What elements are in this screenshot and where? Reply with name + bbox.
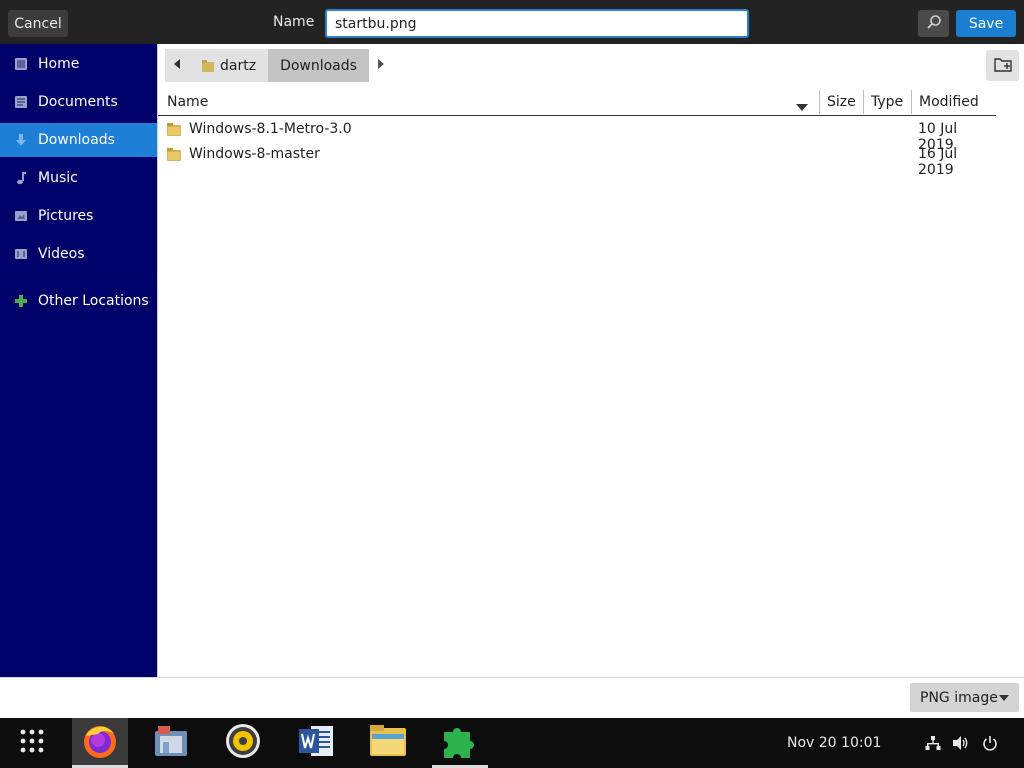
- videos-icon: [14, 247, 28, 261]
- clock[interactable]: Nov 20 10:01: [787, 735, 881, 751]
- folder-icon: [167, 123, 181, 140]
- taskbar-app-file-explorer[interactable]: [360, 718, 416, 768]
- column-type-label: Type: [871, 94, 904, 110]
- sidebar-item-downloads[interactable]: Downloads: [0, 123, 157, 157]
- home-icon: [14, 57, 28, 71]
- pictures-icon: [14, 209, 28, 223]
- file-type-dropdown[interactable]: PNG image: [910, 683, 1019, 712]
- chevron-right-icon: [377, 58, 385, 74]
- column-divider[interactable]: [863, 90, 864, 114]
- places-sidebar: Home Documents Downloads Music Pictures …: [0, 44, 157, 677]
- taskbar-app-puzzle[interactable]: [432, 718, 488, 768]
- file-name: Windows-8-master: [189, 146, 320, 162]
- taskbar-app-word[interactable]: [288, 718, 344, 768]
- column-name-label: Name: [167, 94, 209, 110]
- power-icon[interactable]: [981, 734, 999, 752]
- sidebar-item-label: Pictures: [38, 208, 94, 224]
- sidebar-item-documents[interactable]: Documents: [0, 85, 157, 119]
- sidebar-item-label: Downloads: [38, 132, 115, 148]
- file-browser: dartz Downloads Name Size Type Modified …: [157, 44, 1024, 677]
- volume-icon[interactable]: [952, 734, 970, 752]
- file-manager-icon: [152, 722, 190, 764]
- chevron-down-icon: [999, 695, 1009, 701]
- word-icon: [297, 722, 335, 764]
- sidebar-item-label: Videos: [38, 246, 85, 262]
- path-forward-button[interactable]: [369, 49, 393, 82]
- filename-input[interactable]: [325, 9, 749, 38]
- sidebar-item-pictures[interactable]: Pictures: [0, 199, 157, 233]
- taskbar: Nov 20 10:01: [0, 718, 1024, 768]
- search-icon: [926, 14, 942, 33]
- name-label: Name: [273, 14, 315, 30]
- column-modified-label: Modified: [919, 94, 979, 110]
- file-row[interactable]: Windows-8.1-Metro-3.0 10 Jul 2019: [158, 117, 996, 153]
- path-bar: dartz Downloads: [165, 49, 393, 82]
- sidebar-item-home[interactable]: Home: [0, 47, 157, 81]
- network-icon[interactable]: [924, 734, 942, 752]
- sidebar-item-other-locations[interactable]: Other Locations: [0, 284, 157, 318]
- cancel-button[interactable]: Cancel: [8, 10, 68, 37]
- file-name: Windows-8.1-Metro-3.0: [189, 121, 352, 137]
- music-icon: [14, 171, 28, 185]
- taskbar-app-firefox[interactable]: [72, 718, 128, 768]
- search-button[interactable]: [918, 10, 949, 37]
- path-back-button[interactable]: [165, 49, 189, 82]
- documents-icon: [14, 95, 28, 109]
- column-modified[interactable]: Modified: [919, 88, 979, 116]
- folder-icon: [167, 148, 181, 165]
- app-grid-icon: [18, 727, 46, 759]
- folder-app-icon: [368, 722, 408, 764]
- path-segment-label: dartz: [220, 57, 257, 74]
- column-header: Name Size Type Modified: [158, 88, 996, 116]
- taskbar-app-file-manager[interactable]: [143, 718, 199, 768]
- file-modified: 16 Jul 2019: [918, 146, 958, 178]
- sort-down-icon[interactable]: [796, 99, 808, 115]
- column-type[interactable]: Type: [871, 88, 903, 116]
- path-segment-current[interactable]: Downloads: [268, 49, 369, 82]
- file-type-selected: PNG image: [920, 689, 998, 706]
- taskbar-app-rhythmbox[interactable]: [215, 718, 271, 768]
- sidebar-item-label: Home: [38, 56, 80, 72]
- app-grid-button[interactable]: [4, 718, 60, 768]
- column-size[interactable]: Size: [827, 88, 856, 116]
- save-button[interactable]: Save: [956, 10, 1016, 37]
- sidebar-item-music[interactable]: Music: [0, 161, 157, 195]
- new-folder-button[interactable]: [986, 50, 1019, 81]
- file-row[interactable]: Windows-8-master 16 Jul 2019: [158, 142, 996, 178]
- sidebar-item-label: Other Locations: [38, 293, 149, 309]
- path-segment-home[interactable]: dartz: [189, 49, 269, 82]
- firefox-icon: [81, 722, 119, 764]
- sidebar-item-label: Music: [38, 170, 78, 186]
- sidebar-item-label: Documents: [38, 94, 118, 110]
- music-player-icon: [224, 722, 262, 764]
- column-name[interactable]: Name: [167, 88, 208, 116]
- sidebar-divider: [0, 277, 157, 278]
- chevron-left-icon: [173, 58, 181, 74]
- plus-icon: [14, 294, 28, 308]
- path-segment-label: Downloads: [280, 57, 357, 74]
- column-divider[interactable]: [819, 90, 820, 114]
- column-divider[interactable]: [911, 90, 912, 114]
- home-folder-icon: [201, 59, 215, 73]
- downloads-icon: [14, 133, 28, 147]
- filter-bar: PNG image: [0, 677, 1024, 717]
- puzzle-piece-icon: [440, 722, 480, 764]
- sidebar-item-videos[interactable]: Videos: [0, 237, 157, 271]
- new-folder-icon: [993, 56, 1012, 75]
- dialog-header: Cancel Name Save: [0, 0, 1024, 44]
- column-size-label: Size: [827, 94, 856, 110]
